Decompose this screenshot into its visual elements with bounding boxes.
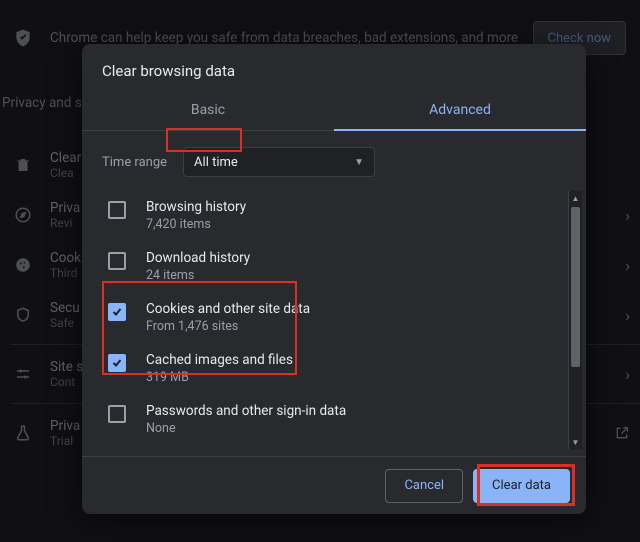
- scrollbar-thumb[interactable]: [571, 207, 580, 367]
- caret-down-icon: ▼: [354, 157, 364, 168]
- checkbox[interactable]: [108, 354, 126, 372]
- option-cached[interactable]: Cached images and files319 MB: [102, 344, 564, 395]
- dialog-footer: Cancel Clear data: [82, 456, 586, 514]
- tab-advanced[interactable]: Advanced: [334, 92, 586, 130]
- scrollbar[interactable]: ▲ ▼: [568, 191, 582, 449]
- option-autofill[interactable]: Autofill form data: [102, 446, 564, 449]
- checkbox[interactable]: [108, 201, 126, 219]
- option-download-history[interactable]: Download history24 items: [102, 242, 564, 293]
- scroll-down-icon[interactable]: ▼: [569, 435, 582, 449]
- clear-browsing-data-dialog: Clear browsing data Basic Advanced Time …: [82, 44, 586, 514]
- option-cookies[interactable]: Cookies and other site dataFrom 1,476 si…: [102, 293, 564, 344]
- clear-data-button[interactable]: Clear data: [473, 469, 570, 503]
- checkbox[interactable]: [108, 405, 126, 423]
- time-range-label: Time range: [102, 155, 167, 170]
- scroll-up-icon[interactable]: ▲: [569, 191, 582, 205]
- time-range-select[interactable]: All time ▼: [183, 147, 375, 177]
- cancel-button[interactable]: Cancel: [385, 469, 463, 503]
- option-browsing-history[interactable]: Browsing history7,420 items: [102, 191, 564, 242]
- option-passwords[interactable]: Passwords and other sign-in dataNone: [102, 395, 564, 446]
- tab-basic[interactable]: Basic: [82, 92, 334, 130]
- time-range-value: All time: [194, 155, 238, 170]
- options-scroll-area: Browsing history7,420 items Download his…: [102, 191, 582, 449]
- checkbox[interactable]: [108, 303, 126, 321]
- dialog-title: Clear browsing data: [82, 44, 586, 92]
- checkbox[interactable]: [108, 252, 126, 270]
- dialog-tabs: Basic Advanced: [82, 92, 586, 131]
